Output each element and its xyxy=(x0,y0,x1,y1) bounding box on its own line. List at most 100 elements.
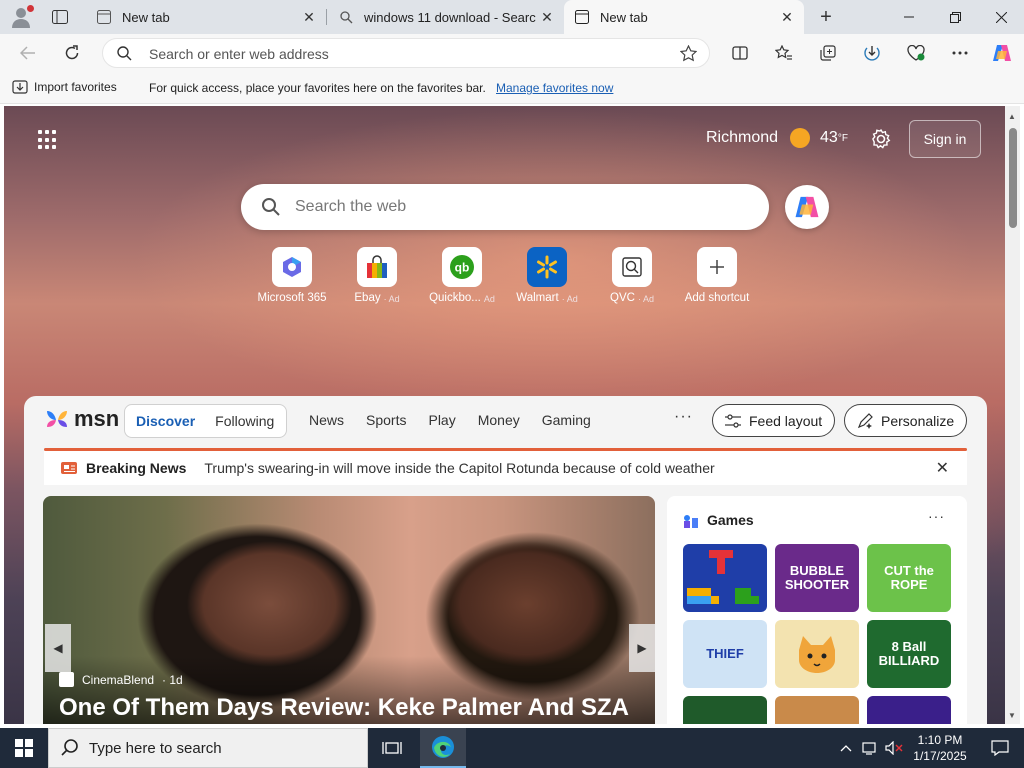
source-logo xyxy=(59,672,74,687)
game-tile-billiard[interactable]: 8 Ball BILLIARD xyxy=(867,620,951,688)
game-tile-thief[interactable]: THIEF xyxy=(683,620,767,688)
nav-play[interactable]: Play xyxy=(428,412,455,428)
favorite-star-icon[interactable] xyxy=(679,44,698,67)
profile-avatar[interactable] xyxy=(10,5,34,28)
article-headline[interactable]: One Of Them Days Review: Keke Palmer And… xyxy=(59,694,629,722)
volume-button[interactable] xyxy=(884,728,904,768)
collections-button[interactable] xyxy=(814,39,842,67)
game-tile-blocks[interactable] xyxy=(683,544,767,612)
web-search-input[interactable] xyxy=(295,197,715,217)
copilot-icon xyxy=(795,196,819,218)
svg-text:qb: qb xyxy=(455,261,470,275)
scroll-down-arrow-icon[interactable]: ▼ xyxy=(1008,711,1016,720)
import-icon xyxy=(12,80,28,94)
settings-more-button[interactable] xyxy=(946,39,974,67)
more-horizontal-icon xyxy=(952,51,968,55)
start-button[interactable] xyxy=(0,728,48,768)
manage-favorites-link[interactable]: Manage favorites now xyxy=(496,81,613,95)
taskbar: Type here to search 1:10 PM 1/17/2025 xyxy=(0,728,1024,768)
app-launcher-icon[interactable] xyxy=(38,130,58,150)
address-input[interactable] xyxy=(149,45,649,63)
back-button[interactable] xyxy=(14,39,42,67)
weather-unit: °F xyxy=(837,132,848,144)
nav-gaming[interactable]: Gaming xyxy=(542,412,591,428)
add-shortcut-button[interactable]: Add shortcut xyxy=(673,247,761,304)
scrollbar-thumb[interactable] xyxy=(1009,128,1017,228)
cat-face-icon xyxy=(799,636,835,673)
tray-overflow-button[interactable] xyxy=(836,728,856,768)
minimize-button[interactable] xyxy=(886,0,932,34)
tab-new-1[interactable]: New tab ✕ xyxy=(86,0,326,34)
tab-following[interactable]: Following xyxy=(215,413,274,429)
collections-icon xyxy=(820,45,836,61)
tab-label: New tab xyxy=(122,9,170,25)
restore-button[interactable] xyxy=(932,0,978,34)
shortcut-quickbooks[interactable]: qb Quickbo... Ad xyxy=(418,247,506,304)
favorites-bar: Import favorites For quick access, place… xyxy=(0,72,1024,104)
address-bar[interactable] xyxy=(102,38,710,68)
refresh-button[interactable] xyxy=(58,39,86,67)
shortcut-ebay[interactable]: Ebay · Ad xyxy=(333,247,421,304)
notification-center-button[interactable] xyxy=(980,728,1020,768)
favorites-button[interactable] xyxy=(770,39,798,67)
sign-in-button[interactable]: Sign in xyxy=(909,120,981,158)
nav-money[interactable]: Money xyxy=(478,412,520,428)
tab-search[interactable]: windows 11 download - Search ✕ xyxy=(328,0,564,34)
page-scrollbar[interactable]: ▲ ▼ xyxy=(1005,106,1020,724)
page-settings-button[interactable] xyxy=(870,128,892,155)
shortcut-qvc[interactable]: QVC · Ad xyxy=(588,247,676,304)
close-icon[interactable]: ✕ xyxy=(936,458,949,478)
feed-layout-button[interactable]: Feed layout xyxy=(712,404,836,437)
personalize-button[interactable]: Personalize xyxy=(844,404,968,437)
game-tile-space[interactable] xyxy=(867,696,951,724)
shortcut-walmart[interactable]: Walmart · Ad xyxy=(503,247,591,304)
nav-more-button[interactable]: ··· xyxy=(674,408,693,426)
network-button[interactable] xyxy=(860,728,880,768)
close-icon[interactable]: ✕ xyxy=(776,6,798,28)
import-favorites-label: Import favorites xyxy=(34,80,117,94)
taskbar-edge-app[interactable] xyxy=(420,728,466,768)
msn-logo[interactable]: msn xyxy=(44,406,119,432)
arrow-left-icon xyxy=(20,46,35,60)
web-search-box[interactable] xyxy=(241,184,769,230)
close-window-button[interactable] xyxy=(978,0,1024,34)
import-favorites-button[interactable]: Import favorites xyxy=(12,80,117,94)
browser-essentials-button[interactable] xyxy=(902,39,930,67)
game-tile-cat[interactable] xyxy=(775,620,859,688)
tab-new-active[interactable]: New tab ✕ xyxy=(564,0,804,34)
carousel-next-button[interactable]: ▶ xyxy=(629,624,655,672)
game-tile-bubble-shooter[interactable]: BUBBLE SHOOTER xyxy=(775,544,859,612)
game-title: THIEF xyxy=(706,646,744,662)
refresh-icon xyxy=(65,45,79,60)
restore-icon xyxy=(949,11,961,23)
shortcut-microsoft-365[interactable]: Microsoft 365 xyxy=(248,247,336,304)
close-icon[interactable]: ✕ xyxy=(298,6,320,28)
games-more-button[interactable]: ··· xyxy=(928,508,945,524)
personalize-label: Personalize xyxy=(881,412,955,429)
split-screen-button[interactable] xyxy=(726,39,754,67)
hero-article-card[interactable]: ◀ ▶ CinemaBlend · 1d One Of Them Days Re… xyxy=(43,496,655,724)
shortcut-label: Add shortcut xyxy=(684,292,750,304)
new-tab-button[interactable]: + xyxy=(814,5,838,29)
carousel-prev-button[interactable]: ◀ xyxy=(45,624,71,672)
game-tile-mahjong[interactable] xyxy=(683,696,767,724)
close-icon[interactable]: ✕ xyxy=(536,6,558,28)
weather-widget[interactable]: Richmond 43 °F xyxy=(706,128,848,148)
nav-sports[interactable]: Sports xyxy=(366,412,406,428)
breaking-news-headline[interactable]: Trump's swearing-in will move inside the… xyxy=(204,460,714,476)
copilot-search-button[interactable] xyxy=(785,185,829,229)
tab-discover[interactable]: Discover xyxy=(136,413,195,429)
nav-news[interactable]: News xyxy=(309,412,344,428)
game-tile-board[interactable] xyxy=(775,696,859,724)
game-tile-cut-the-rope[interactable]: CUT the ROPE xyxy=(867,544,951,612)
clock-time: 1:10 PM xyxy=(917,733,963,747)
scroll-up-arrow-icon[interactable]: ▲ xyxy=(1008,112,1016,121)
shortcut-label: Walmart xyxy=(516,292,559,304)
taskbar-search[interactable]: Type here to search xyxy=(48,728,368,768)
tab-actions-button[interactable] xyxy=(48,6,72,28)
downloads-button[interactable] xyxy=(858,39,886,67)
copilot-button[interactable] xyxy=(988,39,1016,67)
breaking-news-banner[interactable]: Breaking News Trump's swearing-in will m… xyxy=(44,451,967,485)
task-view-button[interactable] xyxy=(376,736,408,760)
taskbar-clock[interactable]: 1:10 PM 1/17/2025 xyxy=(906,732,974,764)
